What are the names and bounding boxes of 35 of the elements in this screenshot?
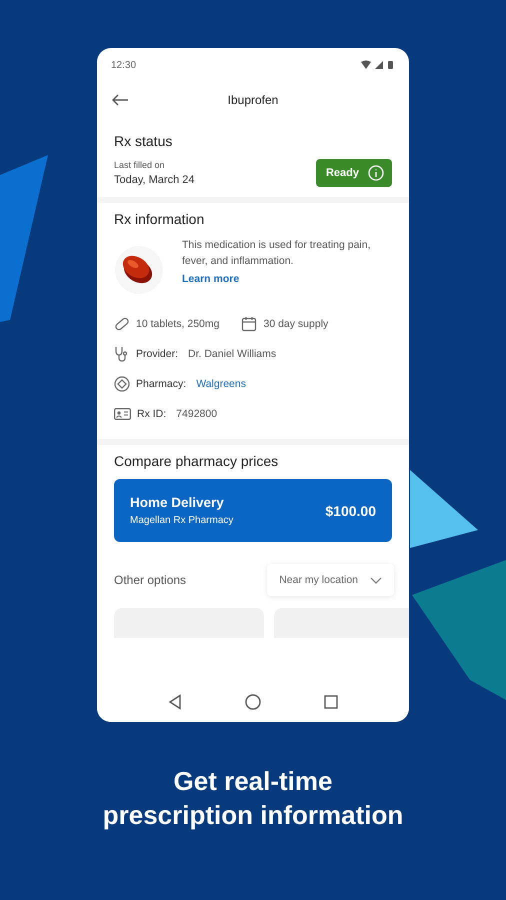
detail-value: Dr. Daniel Williams [188, 348, 276, 360]
calendar-icon [241, 316, 258, 332]
status-time: 12:30 [111, 60, 136, 70]
location-dropdown[interactable]: Near my location [267, 564, 394, 596]
chevron-down-icon [370, 576, 382, 584]
medication-description: This medication is used for treating pain, fever, and inflammation. [182, 238, 372, 269]
info-icon [368, 165, 384, 181]
detail-value: 30 day supply [263, 318, 328, 330]
stethoscope-icon [114, 346, 130, 362]
back-nav-icon[interactable] [168, 694, 182, 710]
pharmacy-link[interactable]: Walgreens [196, 378, 246, 390]
detail-value: 7492800 [176, 408, 218, 420]
section-heading: Rx information [114, 211, 206, 227]
caption-line: prescription information [102, 799, 404, 832]
back-arrow-icon[interactable] [111, 94, 129, 106]
learn-more-link[interactable]: Learn more [182, 273, 240, 285]
detail-label: Rx ID: [137, 408, 166, 420]
section-heading: Compare pharmacy prices [114, 453, 280, 469]
detail-label: Pharmacy: [136, 378, 186, 390]
home-nav-icon[interactable] [244, 694, 261, 710]
pharmacy-icon [114, 376, 130, 392]
pill-icon [114, 316, 130, 332]
section-heading: Rx status [114, 133, 174, 149]
detail-label: Provider: [136, 348, 178, 360]
recents-nav-icon[interactable] [324, 695, 338, 709]
screen-title: Ibuprofen [228, 93, 278, 107]
last-filled-date: Today, March 24 [114, 174, 195, 186]
status-icons [361, 60, 395, 70]
last-filled-label: Last filled on [114, 160, 166, 170]
caption-line: Get real-time [172, 765, 334, 798]
id-card-icon [114, 408, 131, 420]
pharmacy-price-card[interactable]: Home Delivery Magellan Rx Pharmacy $100.00 [114, 479, 392, 542]
detail-value: 10 tablets, 250mg [136, 318, 220, 330]
status-badge[interactable]: Ready [316, 159, 392, 187]
other-options-label: Other options [114, 573, 186, 587]
